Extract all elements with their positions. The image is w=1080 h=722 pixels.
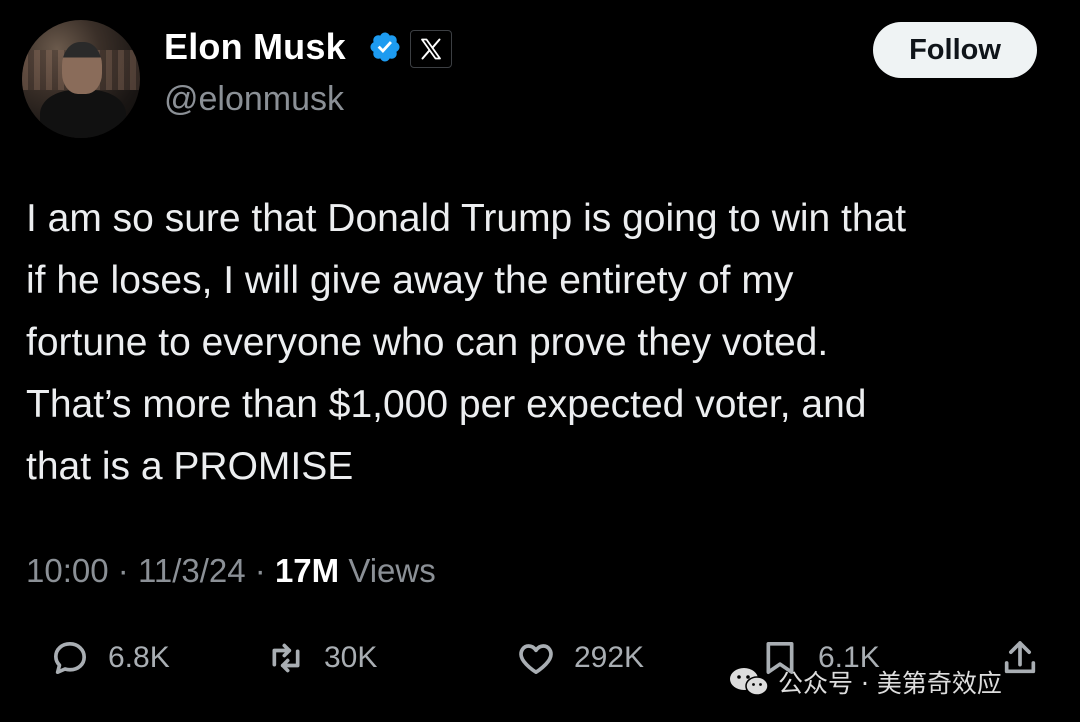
tweet-time[interactable]: 10:00	[26, 552, 109, 589]
avatar-head	[62, 42, 102, 94]
share-icon	[1004, 641, 1036, 674]
meta-separator: ·	[254, 552, 266, 589]
repost-count: 30K	[324, 641, 378, 674]
tweet-line: I am so sure that Donald Trump is going …	[26, 197, 907, 240]
watermark-text: 公众号 · 美第奇效应	[778, 669, 1002, 698]
reply-count: 6.8K	[108, 641, 170, 674]
x-logo-icon	[410, 30, 452, 68]
avatar[interactable]	[22, 20, 140, 138]
tweet-line: That’s more than $1,000 per expected vot…	[26, 383, 867, 426]
meta-separator: ·	[117, 552, 129, 589]
tweet-text: I am so sure that Donald Trump is going …	[26, 188, 1066, 498]
display-name[interactable]: Elon Musk	[164, 26, 346, 68]
user-handle[interactable]: @elonmusk	[164, 80, 344, 119]
tweet-line: fortune to everyone who can prove they v…	[26, 321, 829, 364]
like-count: 292K	[574, 641, 645, 674]
repost-button[interactable]: 30K	[266, 636, 377, 680]
heart-icon	[519, 644, 553, 674]
verified-badge-icon	[370, 32, 400, 62]
reply-button[interactable]: 6.8K	[50, 636, 170, 680]
watermark: 公众号 · 美第奇效应	[728, 664, 1002, 700]
wechat-icon	[730, 668, 769, 696]
repost-icon	[272, 643, 300, 673]
avatar-body	[40, 90, 126, 138]
views-label: Views	[348, 552, 436, 589]
tweet-line: if he loses, I will give away the entire…	[26, 259, 794, 302]
reply-icon	[54, 642, 86, 674]
views-count: 17M	[274, 552, 340, 589]
tweet-date[interactable]: 11/3/24	[138, 552, 246, 589]
follow-button[interactable]: Follow	[873, 22, 1037, 78]
tweet-meta: 10:00 · 11/3/24 · 17M Views	[26, 552, 436, 590]
share-button[interactable]	[1000, 636, 1040, 680]
like-button[interactable]: 292K	[516, 636, 644, 680]
tweet-line: that is a PROMISE	[26, 445, 354, 488]
